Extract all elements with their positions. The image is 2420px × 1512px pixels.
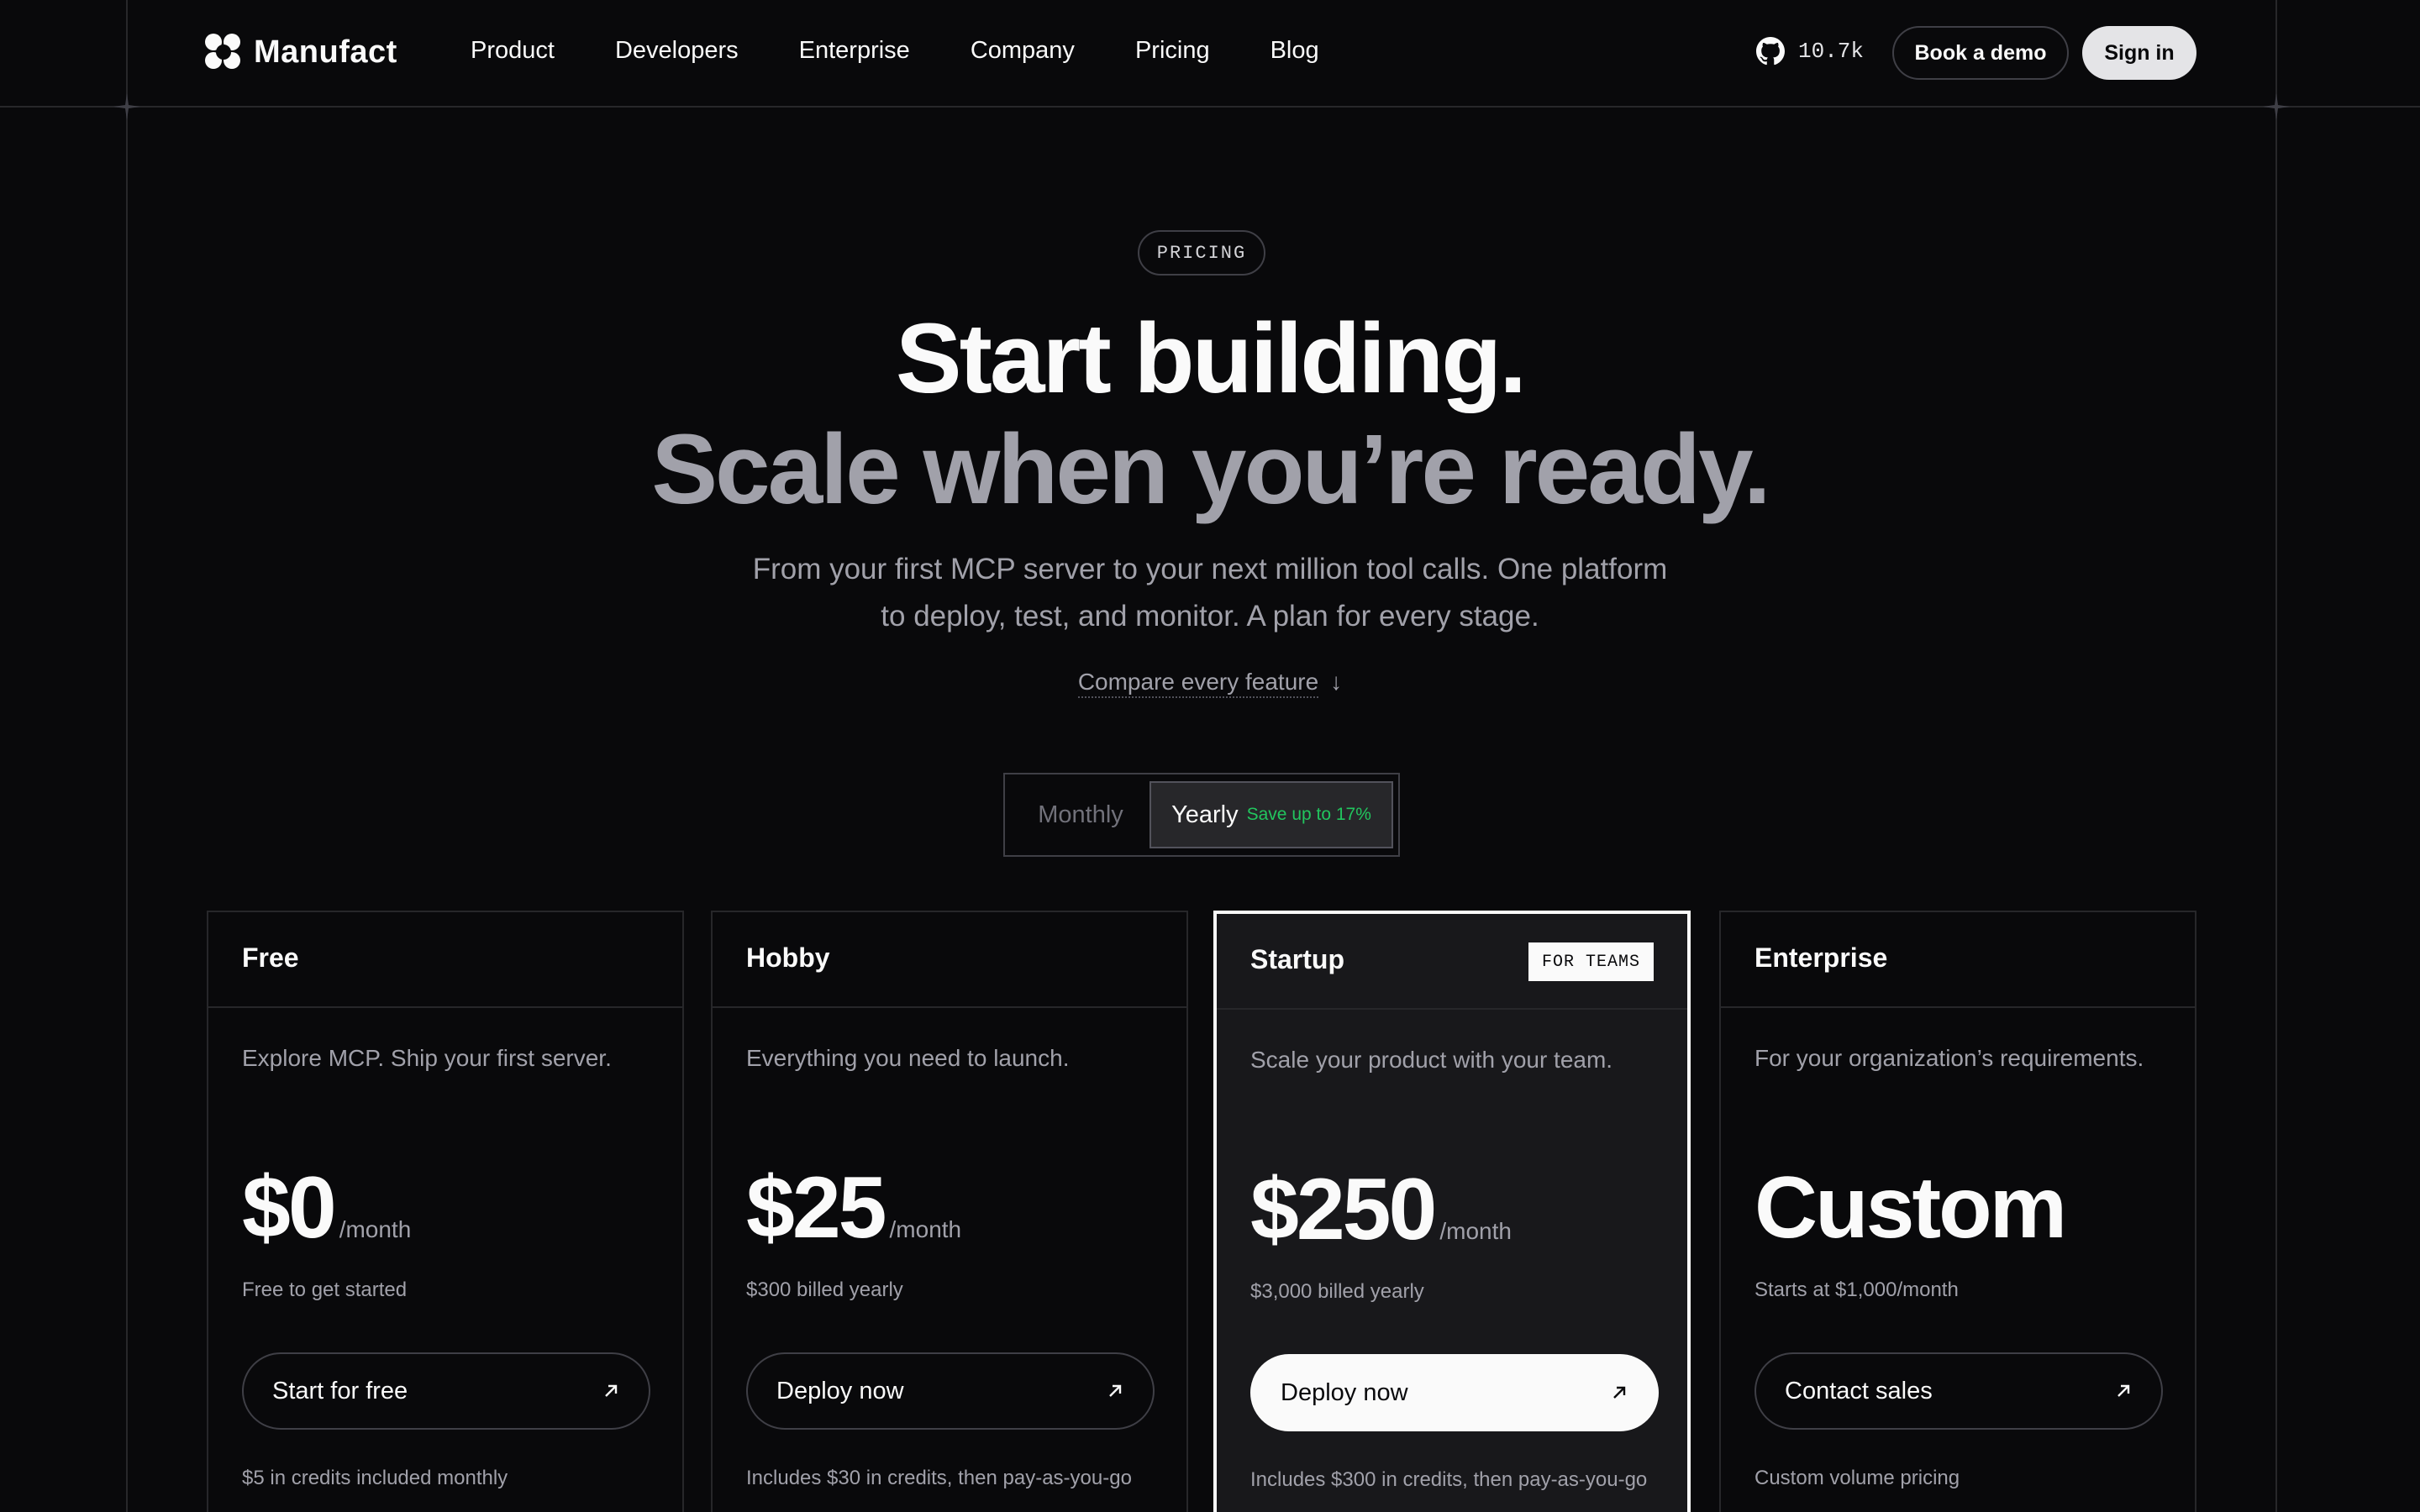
top-nav: Manufact Product Developers Enterprise C…	[0, 0, 2420, 107]
plan-description: Everything you need to launch.	[746, 1045, 1070, 1071]
plan-price: $0	[242, 1159, 337, 1257]
plan-name: Hobby	[746, 942, 830, 973]
nav-link-developers[interactable]: Developers	[615, 37, 739, 65]
toggle-monthly[interactable]: Monthly	[1007, 781, 1155, 848]
nav-link-blog[interactable]: Blog	[1270, 37, 1319, 65]
brand-logo[interactable]: Manufact	[205, 34, 397, 71]
toggle-yearly[interactable]: Yearly Save up to 17%	[1150, 781, 1393, 848]
plan-card-header: Free	[208, 912, 682, 1008]
plan-price: Custom	[1754, 1159, 2067, 1257]
plan-footnote: Includes $300 in credits, then pay-as-yo…	[1250, 1468, 1648, 1491]
plan-period: /month	[889, 1216, 962, 1242]
frame-line-left	[126, 0, 128, 1512]
plan-period: /month	[1439, 1218, 1512, 1244]
sign-in-button[interactable]: Sign in	[2082, 26, 2196, 80]
nav-link-product[interactable]: Product	[471, 37, 555, 65]
plan-cta-button[interactable]: Start for free	[242, 1352, 650, 1430]
nav-link-enterprise[interactable]: Enterprise	[799, 37, 910, 65]
plan-cta-button[interactable]: Contact sales	[1754, 1352, 2163, 1430]
plan-card-startup: Startup FOR TEAMS Scale your product wit…	[1213, 911, 1691, 1512]
section-pill: PRICING	[1138, 230, 1265, 276]
plan-price-note: Free to get started	[242, 1278, 408, 1301]
plan-cta-button[interactable]: Deploy now	[746, 1352, 1155, 1430]
hero-subtitle: From your first MCP server to your next …	[752, 553, 1668, 633]
plan-cta-label: Start for free	[272, 1377, 408, 1404]
plan-period: /month	[339, 1216, 412, 1242]
nav-link-company[interactable]: Company	[971, 37, 1075, 65]
arrow-up-right-icon	[1109, 1384, 1122, 1397]
plan-price-note: $3,000 billed yearly	[1250, 1280, 1424, 1303]
logo-icon	[205, 34, 242, 71]
plan-card-header: Startup FOR TEAMS	[1217, 914, 1687, 1010]
plan-cta-label: Deploy now	[1281, 1378, 1408, 1406]
plan-description: Explore MCP. Ship your first server.	[242, 1045, 612, 1071]
plan-footnote: Custom volume pricing	[1754, 1467, 1960, 1489]
book-demo-button[interactable]: Book a demo	[1892, 26, 2069, 80]
plan-price-row: $250 /month	[1250, 1166, 1512, 1253]
hero-title-line2: Scale when you’re ready.	[651, 414, 1770, 525]
hero-title-line1: Start building.	[895, 303, 1527, 414]
nav-links: Product Developers Enterprise Company Pr…	[471, 37, 1319, 65]
savings-badge: Save up to 17%	[1246, 805, 1371, 824]
plan-price-row: $25 /month	[746, 1164, 961, 1252]
arrow-up-right-icon	[2118, 1384, 2130, 1397]
plan-description: Scale your product with your team.	[1250, 1047, 1613, 1073]
brand-name: Manufact	[254, 34, 397, 70]
github-star-count: 10.7k	[1798, 39, 1865, 64]
plan-footnote: $5 in credits included monthly	[242, 1467, 508, 1489]
arrow-up-right-icon	[605, 1384, 618, 1397]
compare-link-row: Compare every feature ↓	[0, 669, 2420, 698]
plan-name: Enterprise	[1754, 942, 1888, 973]
plan-card-enterprise: Enterprise For your organization’s requi…	[1719, 911, 2196, 1512]
billing-toggle: Monthly Yearly Save up to 17%	[1003, 773, 1400, 857]
arrow-up-right-icon	[1613, 1386, 1626, 1399]
plan-card-header: Enterprise	[1721, 912, 2195, 1008]
frame-line-right	[2275, 0, 2277, 1512]
github-stars-link[interactable]: 10.7k	[1756, 37, 1864, 66]
plan-price: $250	[1250, 1161, 1437, 1258]
nav-link-pricing[interactable]: Pricing	[1135, 37, 1210, 65]
plan-cta-label: Contact sales	[1785, 1377, 1933, 1404]
plan-badge: FOR TEAMS	[1528, 942, 1654, 981]
plan-price-note: $300 billed yearly	[746, 1278, 903, 1301]
plan-card-free: Free Explore MCP. Ship your first server…	[207, 911, 684, 1512]
github-icon	[1756, 37, 1785, 66]
plan-price: $25	[746, 1159, 887, 1257]
compare-features-link[interactable]: Compare every feature	[1077, 669, 1319, 698]
plan-name: Startup	[1250, 944, 1344, 974]
plan-price-row: $0 /month	[242, 1164, 411, 1252]
plan-cta-label: Deploy now	[776, 1377, 904, 1404]
plan-cta-button[interactable]: Deploy now	[1250, 1354, 1659, 1431]
plan-card-hobby: Hobby Everything you need to launch. $25…	[711, 911, 1188, 1512]
plan-name: Free	[242, 942, 299, 973]
plan-price-note: Starts at $1,000/month	[1754, 1278, 1959, 1301]
plan-price-row: Custom	[1754, 1159, 2067, 1257]
plan-description: For your organization’s requirements.	[1754, 1045, 2144, 1071]
plan-card-header: Hobby	[713, 912, 1186, 1008]
arrow-down-icon: ↓	[1330, 669, 1343, 695]
toggle-yearly-label: Yearly	[1171, 801, 1239, 828]
plan-footnote: Includes $30 in credits, then pay-as-you…	[746, 1467, 1132, 1489]
